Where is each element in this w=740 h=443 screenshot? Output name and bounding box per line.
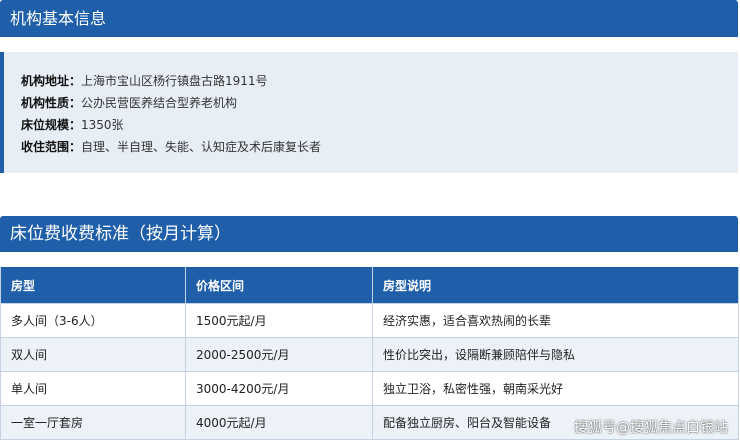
org-nature-value: 公办民营医养结合型养老机构 (81, 96, 238, 110)
room-type-cell: 双人间 (0, 337, 186, 372)
room-type-cell: 一室一厅套房 (0, 405, 186, 440)
fee-section-title: 床位费收费标准（按月计算） (10, 224, 231, 244)
fee-table-header-row: 房型 价格区间 房型说明 (0, 267, 739, 304)
org-info-header: 机构基本信息 (0, 0, 738, 37)
room-type-cell: 单人间 (0, 371, 186, 406)
bed-scale-label: 床位规模： (21, 118, 82, 132)
room-type-cell: 多人间（3-6人） (0, 303, 186, 338)
admission-scope-label: 收住范围： (21, 140, 82, 154)
admission-scope-value: 自理、半自理、失能、认知症及术后康复长者 (81, 140, 322, 154)
price-cell: 1500元起/月 (185, 303, 373, 338)
org-address-row: 机构地址：上海市宝山区杨行镇盘古路1911号 (21, 70, 738, 92)
description-cell: 性价比突出，设隔断兼顾陪伴与隐私 (372, 337, 739, 372)
price-cell: 4000元起/月 (185, 405, 373, 440)
watermark: 搜狐号@搜狐焦点白银站 (574, 420, 728, 436)
price-cell: 2000-2500元/月 (185, 337, 373, 372)
table-row: 单人间 3000-4200元/月 独立卫浴，私密性强，朝南采光好 (0, 371, 739, 406)
org-nature-label: 机构性质： (21, 96, 82, 110)
description-cell: 独立卫浴，私密性强，朝南采光好 (372, 371, 739, 406)
description-cell: 经济实惠，适合喜欢热闹的长辈 (372, 303, 739, 338)
admission-scope-row: 收住范围：自理、半自理、失能、认知症及术后康复长者 (21, 136, 738, 158)
org-info-box: 机构地址：上海市宝山区杨行镇盘古路1911号 机构性质：公办民营医养结合型养老机… (0, 52, 738, 173)
org-address-value: 上海市宝山区杨行镇盘古路1911号 (81, 74, 268, 88)
header-room-type: 房型 (0, 267, 186, 304)
org-nature-row: 机构性质：公办民营医养结合型养老机构 (21, 92, 738, 114)
org-info-title: 机构基本信息 (10, 9, 107, 28)
fee-table: 房型 价格区间 房型说明 多人间（3-6人） 1500元起/月 经济实惠，适合喜… (0, 267, 739, 440)
org-address-label: 机构地址： (21, 74, 82, 88)
table-row: 多人间（3-6人） 1500元起/月 经济实惠，适合喜欢热闹的长辈 (0, 303, 739, 338)
price-cell: 3000-4200元/月 (185, 371, 373, 406)
header-price-range: 价格区间 (185, 267, 373, 304)
bed-scale-value: 1350张 (81, 118, 124, 132)
header-room-description: 房型说明 (372, 267, 739, 304)
bed-scale-row: 床位规模：1350张 (21, 114, 738, 136)
fee-section-header: 床位费收费标准（按月计算） (0, 216, 738, 252)
table-row: 双人间 2000-2500元/月 性价比突出，设隔断兼顾陪伴与隐私 (0, 337, 739, 372)
